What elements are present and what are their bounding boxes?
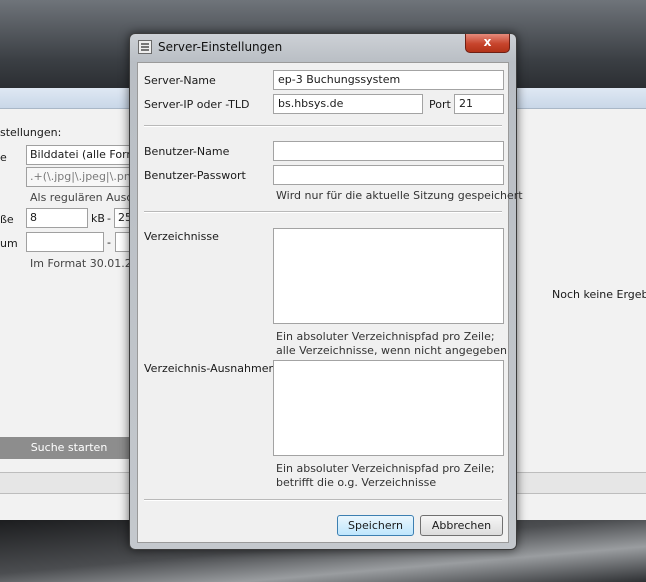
dialog-content: Server-Name ep-3 Buchungssystem Server-I…: [137, 62, 523, 543]
server-name-label: Server-Name: [144, 74, 216, 87]
port-field[interactable]: 21: [454, 94, 504, 114]
directories-hint-line2: alle Verzeichnisse, wenn nicht angegeben: [276, 344, 507, 357]
background-row-label: e: [0, 151, 7, 164]
dialog-titlebar[interactable]: Server-Einstellungen x: [130, 34, 516, 62]
password-field[interactable]: [273, 165, 504, 185]
cancel-button[interactable]: Abbrechen: [420, 515, 503, 536]
background-date-hint: Im Format 30.01.20: [30, 257, 139, 270]
server-settings-dialog: Server-Einstellungen x Server-Name ep-3 …: [129, 33, 523, 550]
background-row-label: ße: [0, 213, 14, 226]
background-size-unit: kB: [91, 212, 105, 225]
background-file-type-select[interactable]: Bilddatei (alle Formate): [26, 145, 130, 165]
background-pattern-field[interactable]: .+(\.jpg|\.jpeg|\.png: [26, 167, 130, 187]
directories-hint-line1: Ein absoluter Verzeichnispfad pro Zeile;: [276, 330, 495, 343]
background-size-from-field[interactable]: 8: [26, 208, 88, 228]
server-name-field[interactable]: ep-3 Buchungssystem: [273, 70, 504, 90]
server-ip-label: Server-IP oder -TLD: [144, 98, 250, 111]
exclusions-textarea[interactable]: [273, 360, 504, 456]
separator: [144, 499, 502, 501]
background-date-dash: -: [107, 236, 111, 249]
password-hint: Wird nur für die aktuelle Sitzung gespei…: [276, 189, 523, 202]
background-size-dash: -: [107, 212, 111, 225]
password-label: Benutzer-Passwort: [144, 169, 246, 182]
save-button[interactable]: Speichern: [337, 515, 414, 536]
directories-label: Verzeichnisse: [144, 230, 219, 243]
directories-textarea[interactable]: [273, 228, 504, 324]
exclusions-label: Verzeichnis-Ausnahmen: [144, 362, 276, 375]
dialog-title: Server-Einstellungen: [158, 40, 283, 54]
separator: [144, 211, 502, 213]
background-search-button[interactable]: Suche starten: [0, 437, 138, 459]
exclusions-hint-line1: Ein absoluter Verzeichnispfad pro Zeile;: [276, 462, 495, 475]
exclusions-hint-line2: betrifft die o.g. Verzeichnisse: [276, 476, 437, 489]
background-section-label: stellungen:: [0, 126, 62, 139]
background-row-label: um: [0, 237, 18, 250]
server-ip-field[interactable]: bs.hbsys.de: [273, 94, 423, 114]
background-date-from-field[interactable]: [26, 232, 104, 252]
username-field[interactable]: [273, 141, 504, 161]
window-icon: [138, 40, 152, 54]
port-label: Port: [429, 98, 451, 111]
background-no-results-text: Noch keine Ergebnisse: [552, 288, 646, 301]
close-icon: x: [483, 35, 492, 49]
close-button[interactable]: x: [465, 34, 510, 53]
separator: [144, 125, 502, 127]
username-label: Benutzer-Name: [144, 145, 230, 158]
